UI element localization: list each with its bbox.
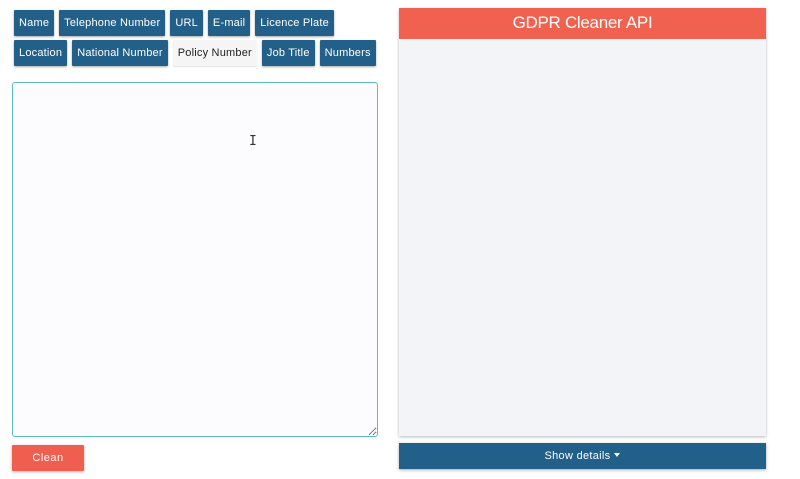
input-textarea-wrapper: I — [12, 82, 378, 437]
tag-email-button[interactable]: E-mail — [207, 10, 251, 36]
tag-location-button[interactable]: Location — [14, 40, 68, 66]
tag-numbers-button[interactable]: Numbers — [319, 40, 376, 66]
show-details-label: Show details — [544, 450, 611, 462]
tag-job-title-button[interactable]: Job Title — [261, 40, 315, 66]
show-details-button[interactable]: Show details — [399, 443, 766, 469]
tag-name-button[interactable]: Name — [14, 10, 55, 36]
entity-tag-row-2: Location National Number Policy Number J… — [14, 40, 380, 66]
tag-url-button[interactable]: URL — [170, 10, 203, 36]
output-panel-body — [399, 39, 766, 436]
output-panel: GDPR Cleaner API — [399, 8, 766, 436]
text-cursor-icon: I — [249, 134, 257, 149]
tag-licence-plate-button[interactable]: Licence Plate — [255, 10, 334, 36]
tag-national-number-button[interactable]: National Number — [72, 40, 168, 66]
tag-policy-number-button[interactable]: Policy Number — [172, 40, 257, 66]
caret-down-icon — [614, 453, 621, 458]
input-column: Name Telephone Number URL E-mail Licence… — [12, 10, 380, 471]
output-panel-title: GDPR Cleaner API — [399, 8, 766, 39]
clean-button[interactable]: Clean — [12, 445, 84, 471]
page: Name Telephone Number URL E-mail Licence… — [0, 0, 800, 479]
tag-telephone-number-button[interactable]: Telephone Number — [59, 10, 166, 36]
entity-tag-row-1: Name Telephone Number URL E-mail Licence… — [14, 10, 380, 36]
text-input[interactable] — [12, 82, 378, 437]
